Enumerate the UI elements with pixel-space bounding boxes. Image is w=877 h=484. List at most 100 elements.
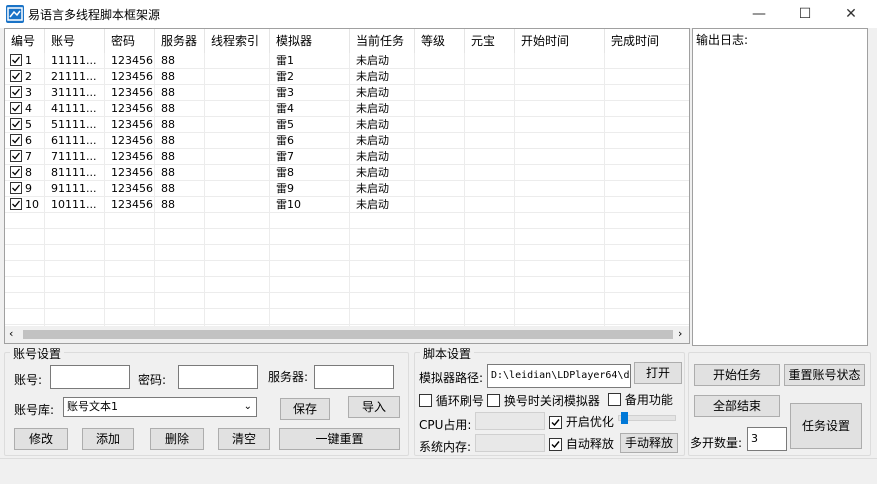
col-header-server[interactable]: 服务器 <box>155 29 205 53</box>
table-cell-level[interactable] <box>415 69 465 85</box>
table-cell-thread[interactable] <box>205 181 270 197</box>
row-checkbox[interactable] <box>10 118 22 130</box>
table-cell-server[interactable]: 88 <box>155 69 205 85</box>
backup-checkbox[interactable]: 备用功能 <box>608 391 673 408</box>
table-cell-level[interactable] <box>415 165 465 181</box>
table-cell-finish[interactable] <box>605 69 689 85</box>
table-cell-task[interactable]: 未启动 <box>350 85 415 101</box>
minimize-button[interactable]: — <box>736 0 782 28</box>
table-cell-emulator[interactable]: 雷6 <box>270 133 350 149</box>
scroll-left-icon[interactable]: ‹ <box>9 327 13 340</box>
table-cell-server[interactable]: 88 <box>155 85 205 101</box>
table-cell-id[interactable]: 2 <box>5 69 45 85</box>
col-header-id[interactable]: 编号 <box>5 29 45 53</box>
table-cell-thread[interactable] <box>205 149 270 165</box>
reset-all-button[interactable]: 一键重置 <box>279 428 400 450</box>
table-cell-start[interactable] <box>515 197 605 213</box>
table-cell-level[interactable] <box>415 149 465 165</box>
table-cell-start[interactable] <box>515 165 605 181</box>
table-cell-task[interactable]: 未启动 <box>350 165 415 181</box>
table-cell-id[interactable]: 3 <box>5 85 45 101</box>
table-cell-start[interactable] <box>515 53 605 69</box>
table-cell-thread[interactable] <box>205 101 270 117</box>
table-cell-password[interactable]: 123456 <box>105 165 155 181</box>
loop-checkbox[interactable]: 循环刷号 <box>419 392 484 409</box>
table-cell-finish[interactable] <box>605 133 689 149</box>
multi-count-input[interactable]: 3 <box>747 427 787 451</box>
table-cell-thread[interactable] <box>205 53 270 69</box>
row-checkbox[interactable] <box>10 134 22 146</box>
table-cell-server[interactable]: 88 <box>155 165 205 181</box>
output-log[interactable]: 输出日志: <box>692 28 868 346</box>
table-cell-level[interactable] <box>415 181 465 197</box>
loop-check-box[interactable] <box>419 394 432 407</box>
slider-thumb[interactable] <box>621 412 628 424</box>
table-cell-thread[interactable] <box>205 85 270 101</box>
table-cell-gold[interactable] <box>465 149 515 165</box>
table-cell-emulator[interactable]: 雷2 <box>270 69 350 85</box>
table-cell-account[interactable]: 61111... <box>45 133 105 149</box>
col-header-task[interactable]: 当前任务 <box>350 29 415 53</box>
open-button[interactable]: 打开 <box>634 362 682 384</box>
table-cell-emulator[interactable]: 雷5 <box>270 117 350 133</box>
table-cell-task[interactable]: 未启动 <box>350 69 415 85</box>
task-settings-button[interactable]: 任务设置 <box>790 403 862 449</box>
backup-check-box[interactable] <box>608 393 621 406</box>
table-cell-task[interactable]: 未启动 <box>350 133 415 149</box>
optimize-check-box[interactable] <box>549 416 562 429</box>
save-button[interactable]: 保存 <box>280 398 330 420</box>
table-cell-finish[interactable] <box>605 117 689 133</box>
add-button[interactable]: 添加 <box>82 428 134 450</box>
auto-release-checkbox[interactable]: 自动释放 <box>549 435 614 452</box>
row-checkbox[interactable] <box>10 54 22 66</box>
table-cell-task[interactable]: 未启动 <box>350 149 415 165</box>
table-cell-gold[interactable] <box>465 133 515 149</box>
table-cell-gold[interactable] <box>465 181 515 197</box>
table-cell-emulator[interactable]: 雷4 <box>270 101 350 117</box>
table-cell-account[interactable]: 81111... <box>45 165 105 181</box>
col-header-start-time[interactable]: 开始时间 <box>515 29 605 53</box>
row-checkbox[interactable] <box>10 150 22 162</box>
table-cell-task[interactable]: 未启动 <box>350 117 415 133</box>
table-cell-password[interactable]: 123456 <box>105 181 155 197</box>
table-cell-server[interactable]: 88 <box>155 101 205 117</box>
table-cell-gold[interactable] <box>465 117 515 133</box>
table-cell-level[interactable] <box>415 117 465 133</box>
table-cell-task[interactable]: 未启动 <box>350 181 415 197</box>
table-cell-level[interactable] <box>415 101 465 117</box>
col-header-gold[interactable]: 元宝 <box>465 29 515 53</box>
table-cell-task[interactable]: 未启动 <box>350 101 415 117</box>
auto-release-check-box[interactable] <box>549 438 562 451</box>
table-cell-password[interactable]: 123456 <box>105 85 155 101</box>
table-cell-thread[interactable] <box>205 117 270 133</box>
table-cell-password[interactable]: 123456 <box>105 197 155 213</box>
table-cell-password[interactable]: 123456 <box>105 133 155 149</box>
modify-button[interactable]: 修改 <box>14 428 68 450</box>
table-cell-start[interactable] <box>515 101 605 117</box>
close-on-switch-check-box[interactable] <box>487 394 500 407</box>
table-cell-start[interactable] <box>515 85 605 101</box>
table-cell-start[interactable] <box>515 117 605 133</box>
table-cell-thread[interactable] <box>205 69 270 85</box>
row-checkbox[interactable] <box>10 102 22 114</box>
table-cell-id[interactable]: 9 <box>5 181 45 197</box>
delete-button[interactable]: 删除 <box>150 428 204 450</box>
table-cell-level[interactable] <box>415 53 465 69</box>
table-cell-thread[interactable] <box>205 197 270 213</box>
table-cell-finish[interactable] <box>605 165 689 181</box>
row-checkbox[interactable] <box>10 70 22 82</box>
table-cell-start[interactable] <box>515 149 605 165</box>
import-button[interactable]: 导入 <box>348 396 400 418</box>
table-cell-level[interactable] <box>415 85 465 101</box>
table-cell-server[interactable]: 88 <box>155 197 205 213</box>
emulator-path-input[interactable]: D:\leidian\LDPlayer64\dr <box>487 364 631 388</box>
table-cell-gold[interactable] <box>465 197 515 213</box>
table-cell-emulator[interactable]: 雷7 <box>270 149 350 165</box>
table-cell-id[interactable]: 7 <box>5 149 45 165</box>
table-cell-password[interactable]: 123456 <box>105 69 155 85</box>
col-header-emulator[interactable]: 模拟器 <box>270 29 350 53</box>
reset-accounts-button[interactable]: 重置账号状态 <box>784 364 865 386</box>
col-header-account[interactable]: 账号 <box>45 29 105 53</box>
table-cell-server[interactable]: 88 <box>155 149 205 165</box>
close-button[interactable]: ✕ <box>828 0 874 28</box>
